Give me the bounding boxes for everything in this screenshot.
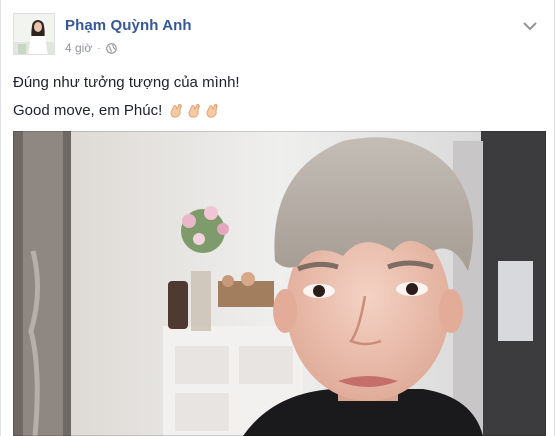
globe-icon[interactable]: [105, 42, 117, 54]
post-text-line-1: Đúng như tưởng tượng của mình!: [13, 74, 240, 91]
post-meta: 4 giờ ·: [65, 41, 117, 55]
post-video[interactable]: [13, 131, 546, 436]
avatar-image: [14, 14, 54, 54]
meta-separator: ·: [97, 42, 101, 54]
clapping-hands-icon: [204, 103, 220, 119]
chevron-down-icon[interactable]: [522, 19, 538, 31]
video-frame-image: [13, 131, 546, 436]
feed-post: Phạm Quỳnh Anh 4 giờ · Đúng như tưởng tư…: [0, 0, 555, 436]
post-text-line-2-label: Good move, em Phúc!: [13, 102, 163, 119]
clapping-hands-icon: [168, 103, 184, 119]
post-text-line-2: Good move, em Phúc!: [13, 102, 220, 119]
post-timestamp[interactable]: 4 giờ: [65, 41, 92, 55]
clapping-hands-icon: [186, 103, 202, 119]
author-avatar[interactable]: [13, 13, 55, 55]
author-name-link[interactable]: Phạm Quỳnh Anh: [65, 17, 192, 34]
